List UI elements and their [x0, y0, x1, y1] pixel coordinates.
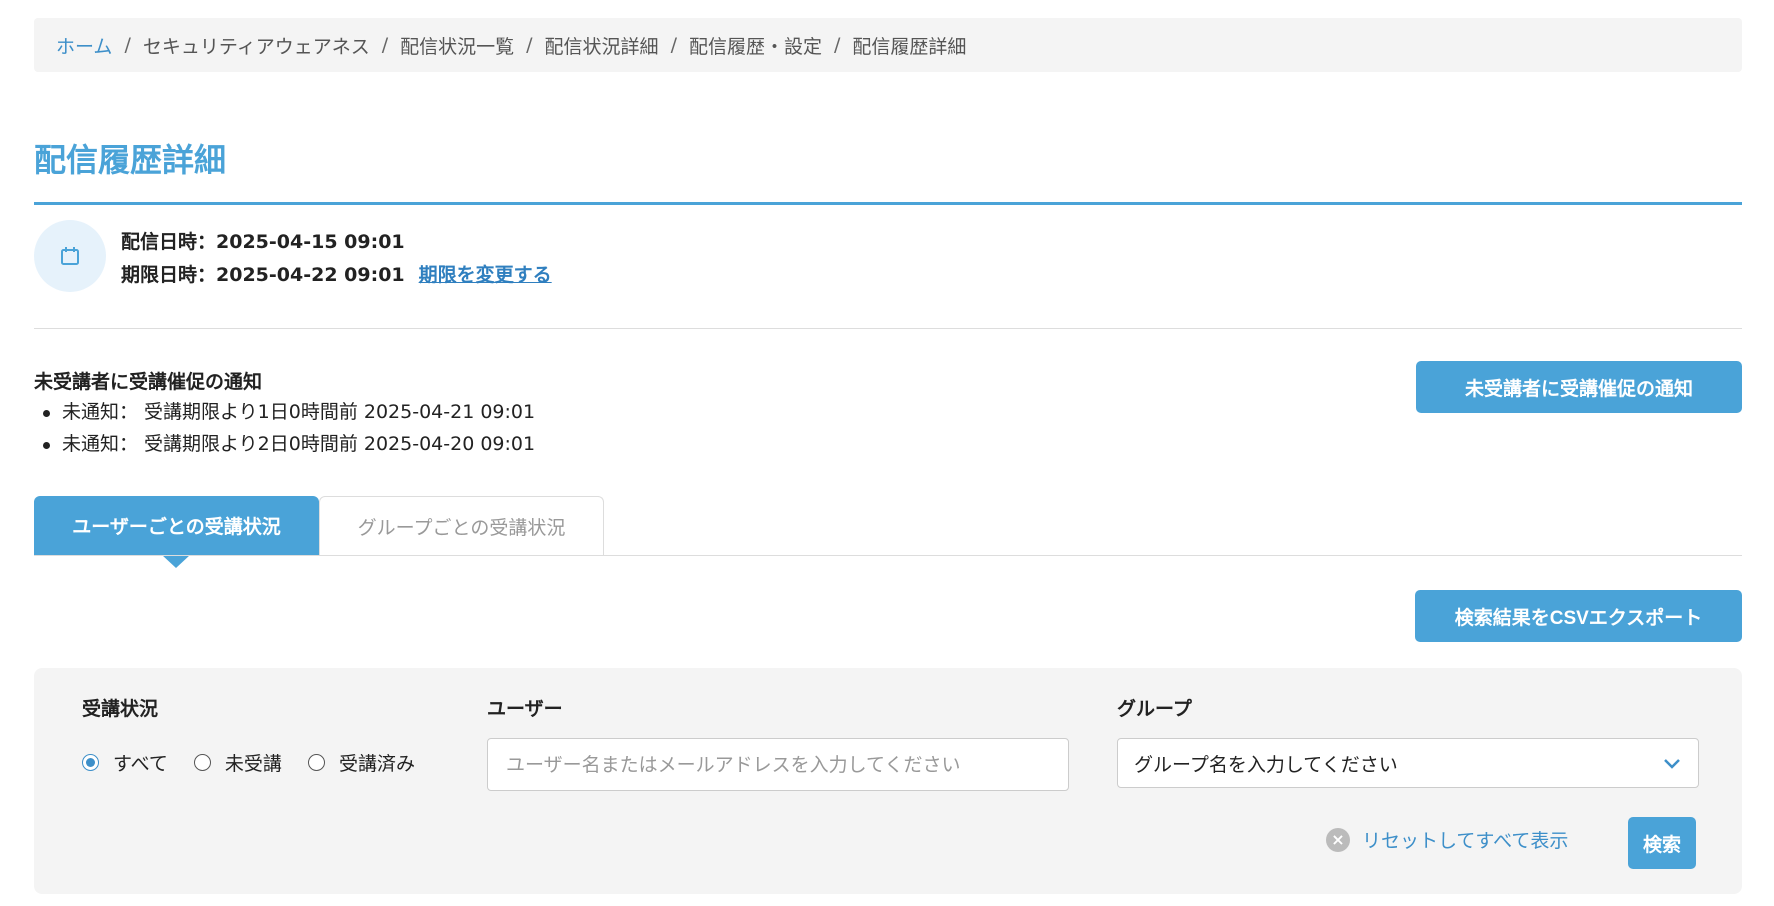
- breadcrumb-separator: /: [833, 34, 841, 56]
- radio-all[interactable]: すべて: [82, 749, 168, 776]
- breadcrumb-separator: /: [124, 34, 131, 56]
- breadcrumb: ホーム / セキュリティアウェアネス / 配信状況一覧 / 配信状況詳細 / 配…: [34, 18, 1742, 72]
- radio-button[interactable]: [307, 754, 325, 771]
- sent-date-row: 配信日時：2025-04-15 09:01: [121, 226, 552, 259]
- search-button[interactable]: 検索: [1628, 817, 1696, 869]
- radio-label: 未受講: [224, 753, 282, 775]
- radio-label: 受講済み: [338, 753, 415, 775]
- user-label: ユーザー: [487, 698, 563, 720]
- radio-button[interactable]: [193, 754, 211, 771]
- calendar-badge: [34, 220, 106, 292]
- breadcrumb-separator: /: [526, 34, 533, 56]
- sent-date-label: 配信日時：: [121, 231, 217, 253]
- breadcrumb-separator: /: [381, 34, 389, 56]
- tab-user-status[interactable]: ユーザーごとの受講状況: [34, 496, 319, 568]
- group-label: グループ: [1117, 698, 1192, 720]
- delivery-dates: 配信日時：2025-04-15 09:01 期限日時：2025-04-22 09…: [121, 226, 552, 292]
- csv-export-button[interactable]: 検索結果をCSVエクスポート: [1415, 590, 1742, 642]
- breadcrumb-history-settings[interactable]: 配信履歴・設定: [689, 32, 822, 59]
- status-label: 受講状況: [82, 698, 159, 720]
- breadcrumb-delivery-list[interactable]: 配信状況一覧: [400, 32, 514, 59]
- due-date-row: 期限日時：2025-04-22 09:01 期限を変更する: [121, 259, 552, 292]
- reminder-item: 未通知： 受講期限より1日0時間前 2025-04-21 09:01: [34, 396, 535, 428]
- reminder-list: 未通知： 受講期限より1日0時間前 2025-04-21 09:01 未通知： …: [34, 396, 535, 460]
- group-select[interactable]: グループ名を入力してください: [1117, 738, 1699, 788]
- title-divider: [34, 202, 1742, 205]
- reset-label: リセットしてすべて表示: [1362, 830, 1569, 852]
- sent-date-value: 2025-04-15 09:01: [216, 231, 405, 253]
- clear-icon: ×: [1326, 827, 1350, 852]
- radio-button[interactable]: [82, 754, 99, 771]
- radio-not-attended[interactable]: 未受講: [193, 749, 282, 776]
- breadcrumb-separator: /: [670, 34, 677, 56]
- radio-attended[interactable]: 受講済み: [307, 749, 415, 776]
- radio-label: すべて: [113, 753, 168, 775]
- section-divider: [34, 328, 1742, 329]
- group-select-value: グループ名を入力してください: [1134, 753, 1398, 776]
- breadcrumb-home[interactable]: ホーム: [56, 32, 112, 59]
- tab-group-status[interactable]: グループごとの受講状況: [319, 496, 604, 555]
- chevron-down-icon: [1664, 759, 1680, 769]
- status-radio-group: すべて 未受講 受講済み: [82, 749, 441, 776]
- reminder-title: 未受講者に受講催促の通知: [34, 371, 263, 393]
- send-reminder-button[interactable]: 未受講者に受講催促の通知: [1416, 361, 1742, 413]
- page-title: 配信履歴詳細: [34, 141, 227, 179]
- tab-divider: [34, 555, 1742, 556]
- change-due-date-link[interactable]: 期限を変更する: [419, 264, 552, 286]
- breadcrumb-security-awareness[interactable]: セキュリティアウェアネス: [143, 32, 370, 59]
- breadcrumb-delivery-detail[interactable]: 配信状況詳細: [545, 32, 659, 59]
- breadcrumb-current: 配信履歴詳細: [852, 35, 967, 58]
- user-search-input[interactable]: [487, 738, 1069, 791]
- reminder-item: 未通知： 受講期限より2日0時間前 2025-04-20 09:01: [34, 428, 535, 460]
- due-date-value: 2025-04-22 09:01: [216, 264, 405, 286]
- calendar-icon: [61, 247, 79, 265]
- due-date-label: 期限日時：: [121, 264, 217, 286]
- reset-link[interactable]: × リセットしてすべて表示: [1326, 826, 1568, 853]
